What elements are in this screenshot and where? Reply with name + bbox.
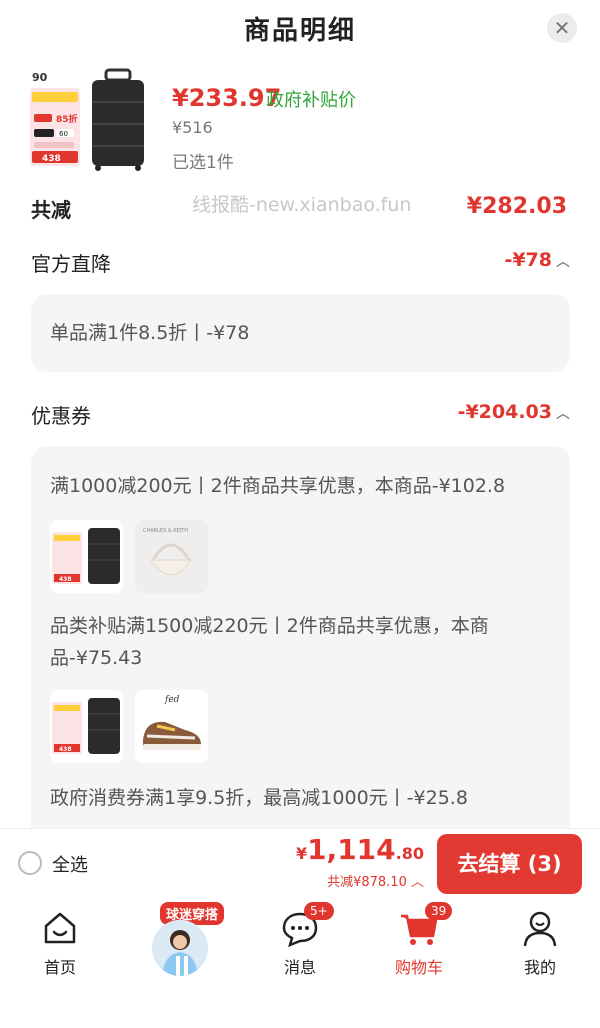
official-discount-value: -¥78 xyxy=(504,249,552,271)
coupon-item-2-thumbs: 438 fed xyxy=(50,690,220,763)
svg-text:438: 438 xyxy=(59,576,72,583)
select-all-checkbox[interactable] xyxy=(18,851,42,875)
chevron-up-icon: ︿ xyxy=(406,875,424,890)
tab-messages[interactable]: 5+ 消息 xyxy=(260,902,340,978)
coupon-title: 优惠券 xyxy=(31,404,91,428)
sneaker-thumbnail[interactable]: fed xyxy=(135,690,208,763)
cart-badge: 39 xyxy=(425,902,453,920)
svg-text:438: 438 xyxy=(59,746,72,753)
suitcase-thumbnail[interactable]: 438 xyxy=(50,520,123,593)
profile-icon xyxy=(520,908,560,948)
official-discount-box: 单品满1件8.5折丨-¥78 xyxy=(31,294,570,372)
product-thumbnail[interactable]: 90 85折 60 438 xyxy=(26,66,150,174)
coupon-item-2-text-line1: 品类补贴满1500减220元丨2件商品共享优惠，本商 xyxy=(50,615,489,637)
message-badge: 5+ xyxy=(304,902,334,920)
total-integer: 1,114 xyxy=(307,833,396,866)
svg-text:CHARLES & KEITH: CHARLES & KEITH xyxy=(143,528,188,534)
total-decimal: .80 xyxy=(395,844,424,863)
official-discount-toggle[interactable]: -¥78 ︿ xyxy=(504,249,570,271)
official-discount-detail: 单品满1件8.5折丨-¥78 xyxy=(50,322,250,344)
tab-profile-label: 我的 xyxy=(523,958,556,977)
official-discount-title: 官方直降 xyxy=(31,252,111,276)
handbag-thumbnail[interactable]: CHARLES & KEITH xyxy=(135,520,208,593)
coupon-item-1-text: 满1000减200元丨2件商品共享优惠，本商品-¥102.8 xyxy=(50,475,506,497)
coupon-item-1-thumbs: 438 CHARLES & KEITH xyxy=(50,520,220,593)
selected-count: 已选1件 xyxy=(172,153,234,173)
message-icon: 5+ xyxy=(280,902,334,948)
checkout-button[interactable]: 去结算 (3) xyxy=(437,834,582,894)
coupon-item-3-text: 政府消费券满1享9.5折，最高减1000元丨-¥25.8 xyxy=(50,787,468,809)
tab-messages-label: 消息 xyxy=(283,958,316,977)
tab-cart-label: 购物车 xyxy=(394,958,443,977)
saved-amount: 共减¥878.10 xyxy=(327,875,407,890)
product-summary: 90 85折 60 438 ¥233.97 政府补贴价 ¥516 已选1件 xyxy=(26,66,586,176)
svg-text:60: 60 xyxy=(59,130,68,138)
close-icon[interactable]: ✕ xyxy=(547,13,577,43)
avatar[interactable] xyxy=(152,920,208,976)
select-all-label[interactable]: 全选 xyxy=(52,851,88,877)
bottom-tab-bar: 首页 球迷穿搭 5+ 消息 39 购物车 我的 xyxy=(0,898,600,1028)
total-discount-value: ¥282.03 xyxy=(466,194,567,219)
home-icon xyxy=(40,908,80,948)
svg-text:85折: 85折 xyxy=(56,113,78,125)
suitcase-image: 90 85折 60 438 xyxy=(26,66,150,174)
subsidy-price-label: 政府补贴价 xyxy=(266,90,356,111)
page-title: 商品明细 xyxy=(243,16,356,46)
suitcase-thumbnail[interactable]: 438 xyxy=(50,690,123,763)
svg-text:438: 438 xyxy=(42,154,61,164)
tab-home-label: 首页 xyxy=(43,958,76,977)
coupon-value: -¥204.03 xyxy=(457,401,552,423)
svg-text:90: 90 xyxy=(32,71,48,84)
watermark: 线报酷-new.xianbao.fun xyxy=(192,194,412,216)
checkout-bar: 全选 ¥1,114.80 共减¥878.10 ︿ 去结算 (3) xyxy=(0,828,600,898)
coupon-toggle[interactable]: -¥204.03 ︿ xyxy=(458,401,570,423)
coupon-item-2-text-line2: 品-¥75.43 xyxy=(50,647,143,669)
tab-profile[interactable]: 我的 xyxy=(500,908,580,978)
tab-cart[interactable]: 39 购物车 xyxy=(379,902,459,978)
saved-amount-toggle[interactable]: 共减¥878.10 ︿ xyxy=(327,871,424,890)
total-discount-label: 共减 xyxy=(31,198,71,222)
chevron-up-icon: ︿ xyxy=(556,406,570,422)
checkout-total: ¥1,114.80 xyxy=(296,833,424,866)
original-price: ¥516 xyxy=(172,118,213,137)
chevron-up-icon: ︿ xyxy=(556,254,570,270)
detail-sheet: 商品明细 ✕ 90 85折 60 438 ¥233.97 政府补贴价 ¥516 … xyxy=(0,0,600,828)
coupon-box: 满1000减200元丨2件商品共享优惠，本商品-¥102.8 438 CHARL… xyxy=(31,446,570,828)
cart-icon: 39 xyxy=(399,902,453,948)
tab-home[interactable]: 首页 xyxy=(20,908,100,978)
svg-text:fed: fed xyxy=(164,695,180,705)
subsidy-price: ¥233.97 xyxy=(172,84,282,112)
currency-symbol: ¥ xyxy=(295,844,308,863)
